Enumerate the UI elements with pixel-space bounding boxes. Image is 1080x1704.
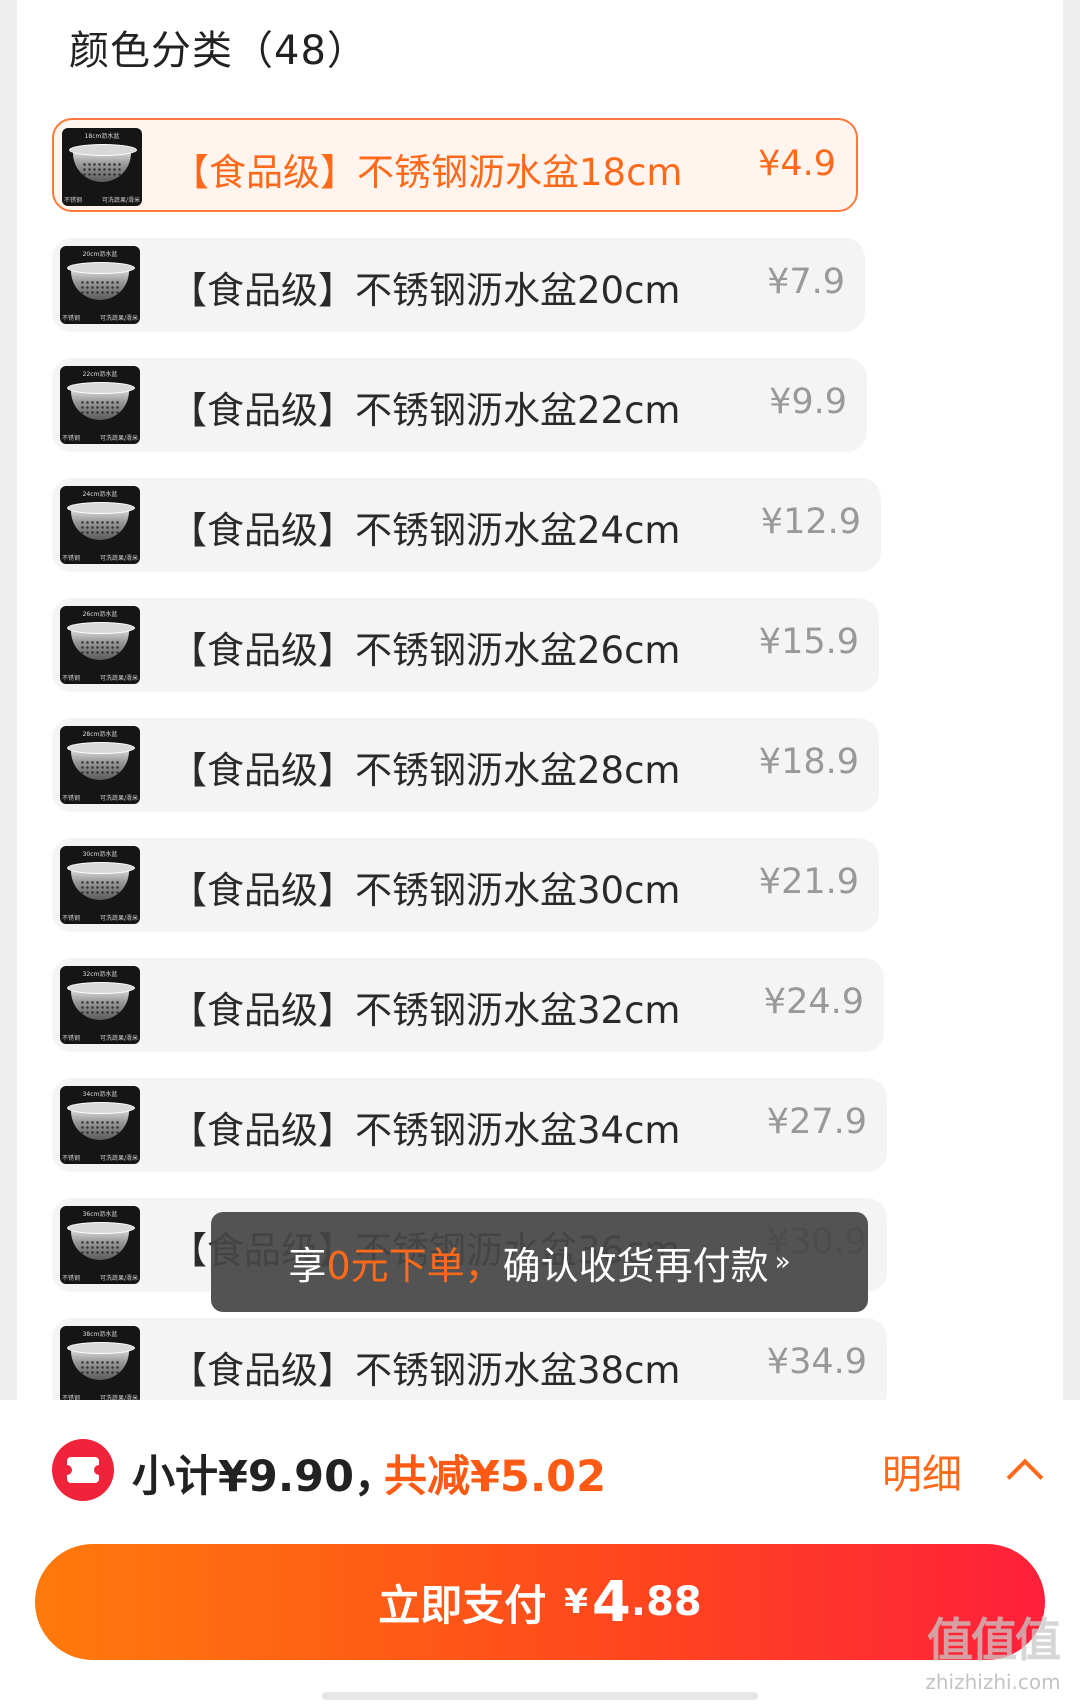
product-thumbnail: 20cm沥水盆不锈钢 可洗蔬果/滑米: [60, 246, 140, 324]
product-thumbnail: 34cm沥水盆不锈钢 可洗蔬果/滑米: [60, 1086, 140, 1164]
thumbnail-caption: 28cm沥水盆: [82, 731, 118, 738]
chevron-up-icon[interactable]: [1006, 1458, 1044, 1496]
variant-option[interactable]: 28cm沥水盆不锈钢 可洗蔬果/滑米 【食品级】不锈钢沥水盆28cm ¥18.9: [52, 718, 879, 812]
product-thumbnail: 18cm沥水盆不锈钢 可洗蔬果/滑米: [62, 128, 142, 206]
thumbnail-footer-left: 不锈钢: [62, 675, 81, 682]
thumbnail-caption: 20cm沥水盆: [82, 251, 118, 258]
variant-name: 【食品级】不锈钢沥水盆30cm: [170, 869, 681, 912]
thumbnail-footer-left: 不锈钢: [64, 197, 83, 204]
variant-option[interactable]: 18cm沥水盆不锈钢 可洗蔬果/滑米 【食品级】不锈钢沥水盆18cm ¥4.9: [52, 118, 858, 212]
variant-name: 【食品级】不锈钢沥水盆22cm: [170, 389, 681, 432]
variant-price: ¥15.9: [758, 622, 859, 662]
thumbnail-caption: 22cm沥水盆: [82, 371, 118, 378]
variant-price: ¥24.9: [763, 982, 864, 1022]
variant-price: ¥12.9: [760, 502, 861, 542]
thumbnail-caption: 34cm沥水盆: [82, 1091, 118, 1098]
subtotal-text: 小计¥9.90，: [132, 1452, 398, 1502]
pay-button-label: 立即支付: [378, 1580, 547, 1630]
thumbnail-footer-right: 可洗蔬果/滑米: [99, 1275, 138, 1282]
variant-name: 【食品级】不锈钢沥水盆18cm: [172, 151, 683, 194]
variant-name: 【食品级】不锈钢沥水盆38cm: [170, 1349, 681, 1392]
discount-text: 共减¥5.02: [384, 1452, 607, 1502]
product-thumbnail: 38cm沥水盆 不锈钢 可洗蔬果/滑米: [60, 1326, 140, 1404]
variant-option[interactable]: 34cm沥水盆不锈钢 可洗蔬果/滑米 【食品级】不锈钢沥水盆34cm ¥27.9: [52, 1078, 887, 1172]
variant-name: 【食品级】不锈钢沥水盆32cm: [170, 989, 681, 1032]
checkout-footer: 小计¥9.90， 共减¥5.02 明细 立即支付 ¥ 4 .88 值值值 zhi…: [0, 1400, 1080, 1704]
pay-amount-integer: 4: [591, 1569, 631, 1635]
thumbnail-footer-right: 可洗蔬果/滑米: [99, 315, 138, 322]
thumbnail-caption: 18cm沥水盆: [84, 133, 120, 140]
variant-name: 【食品级】不锈钢沥水盆20cm: [170, 269, 681, 312]
product-thumbnail: 24cm沥水盆不锈钢 可洗蔬果/滑米: [60, 486, 140, 564]
variant-price: ¥9.9: [769, 382, 847, 422]
watermark-url: zhizhizhi.com: [925, 1670, 1061, 1694]
section-title: 颜色分类（48）: [69, 28, 368, 74]
thumbnail-caption: 32cm沥水盆: [82, 971, 118, 978]
thumbnail-footer-right: 可洗蔬果/滑米: [99, 675, 138, 682]
detail-link[interactable]: 明细: [882, 1442, 962, 1500]
thumbnail-footer-right: 可洗蔬果/滑米: [101, 197, 140, 204]
thumbnail-footer-left: 不锈钢: [62, 435, 81, 442]
variant-price: ¥4.9: [758, 144, 836, 184]
home-indicator[interactable]: [322, 1692, 758, 1700]
thumbnail-footer-left: 不锈钢: [62, 1035, 81, 1042]
toast-text: 确认收货再付款: [502, 1243, 769, 1288]
pay-currency: ¥: [564, 1582, 588, 1622]
thumbnail-caption: 36cm沥水盆: [82, 1211, 118, 1218]
pay-amount-decimal: .88: [630, 1579, 702, 1625]
product-thumbnail: 30cm沥水盆不锈钢 可洗蔬果/滑米: [60, 846, 140, 924]
thumbnail-caption: 24cm沥水盆: [82, 491, 118, 498]
coupon-ticket-icon: [52, 1439, 114, 1501]
pay-now-button[interactable]: 立即支付 ¥ 4 .88: [35, 1544, 1045, 1660]
variant-option[interactable]: 38cm沥水盆 不锈钢 可洗蔬果/滑米 【食品级】不锈钢沥水盆38cm ¥34.9: [52, 1318, 887, 1412]
variant-price: ¥34.9: [766, 1342, 867, 1382]
variant-option[interactable]: 20cm沥水盆不锈钢 可洗蔬果/滑米 【食品级】不锈钢沥水盆20cm ¥7.9: [52, 238, 865, 332]
thumbnail-footer-right: 可洗蔬果/滑米: [99, 915, 138, 922]
thumbnail-footer-right: 可洗蔬果/滑米: [99, 1155, 138, 1162]
variant-name: 【食品级】不锈钢沥水盆24cm: [170, 509, 681, 552]
variant-option[interactable]: 30cm沥水盆不锈钢 可洗蔬果/滑米 【食品级】不锈钢沥水盆30cm ¥21.9: [52, 838, 879, 932]
thumbnail-footer-right: 可洗蔬果/滑米: [99, 435, 138, 442]
thumbnail-footer-left: 不锈钢: [62, 555, 81, 562]
thumbnail-footer-left: 不锈钢: [62, 315, 81, 322]
thumbnail-caption: 26cm沥水盆: [82, 611, 118, 618]
watermark-logo: 值值值: [927, 1613, 1061, 1667]
variant-option[interactable]: 32cm沥水盆不锈钢 可洗蔬果/滑米 【食品级】不锈钢沥水盆32cm ¥24.9: [52, 958, 884, 1052]
product-thumbnail: 32cm沥水盆不锈钢 可洗蔬果/滑米: [60, 966, 140, 1044]
toast-banner[interactable]: 享 0元下单， 确认收货再付款 »: [211, 1212, 868, 1312]
toast-highlight: 0元下单，: [326, 1243, 503, 1288]
product-thumbnail: 28cm沥水盆不锈钢 可洗蔬果/滑米: [60, 726, 140, 804]
thumbnail-footer-left: 不锈钢: [62, 795, 81, 802]
product-thumbnail: 36cm沥水盆不锈钢 可洗蔬果/滑米: [60, 1206, 140, 1284]
variant-price: ¥27.9: [766, 1102, 867, 1142]
thumbnail-footer-right: 可洗蔬果/滑米: [99, 1035, 138, 1042]
thumbnail-footer-left: 不锈钢: [62, 1155, 81, 1162]
thumbnail-caption: 38cm沥水盆: [82, 1331, 118, 1338]
variant-price: ¥21.9: [758, 862, 859, 902]
product-thumbnail: 26cm沥水盆不锈钢 可洗蔬果/滑米: [60, 606, 140, 684]
variant-name: 【食品级】不锈钢沥水盆28cm: [170, 749, 681, 792]
double-chevron-down-icon: »: [774, 1247, 791, 1277]
thumbnail-footer-right: 可洗蔬果/滑米: [99, 555, 138, 562]
variant-option[interactable]: 26cm沥水盆不锈钢 可洗蔬果/滑米 【食品级】不锈钢沥水盆26cm ¥15.9: [52, 598, 879, 692]
thumbnail-footer-right: 可洗蔬果/滑米: [99, 795, 138, 802]
thumbnail-footer-left: 不锈钢: [62, 915, 81, 922]
sku-sheet: 颜色分类（48） 18cm沥水盆 不锈钢 可洗蔬果/滑米 【食品级】不锈钢沥水盆18c…: [17, 0, 1063, 1412]
toast-prefix: 享: [288, 1243, 327, 1288]
variant-option[interactable]: 24cm沥水盆不锈钢 可洗蔬果/滑米 【食品级】不锈钢沥水盆24cm ¥12.9: [52, 478, 881, 572]
variant-price: ¥18.9: [758, 742, 859, 782]
variant-name: 【食品级】不锈钢沥水盆34cm: [170, 1109, 681, 1152]
variant-price: ¥7.9: [767, 262, 845, 302]
watermark: 值值值 zhizhizhi.com: [918, 1604, 1068, 1694]
thumbnail-footer-left: 不锈钢: [62, 1275, 81, 1282]
thumbnail-caption: 30cm沥水盆: [82, 851, 118, 858]
product-thumbnail: 22cm沥水盆不锈钢 可洗蔬果/滑米: [60, 366, 140, 444]
variant-name: 【食品级】不锈钢沥水盆26cm: [170, 629, 681, 672]
variant-option[interactable]: 22cm沥水盆不锈钢 可洗蔬果/滑米 【食品级】不锈钢沥水盆22cm ¥9.9: [52, 358, 867, 452]
